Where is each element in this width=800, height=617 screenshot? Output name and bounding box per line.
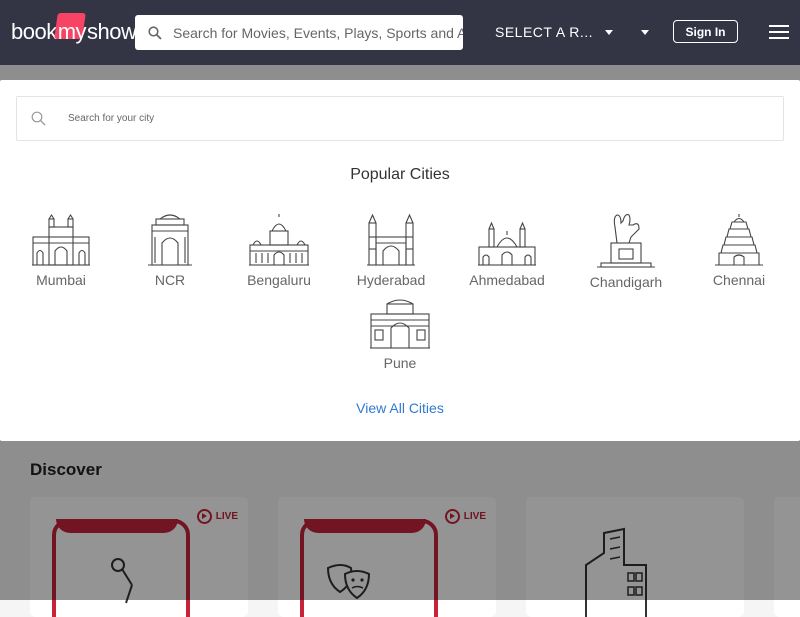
bookmyshow-logo[interactable]: book my show — [11, 17, 137, 47]
city-name: NCR — [154, 272, 186, 288]
search-icon — [31, 111, 46, 126]
chevron-down-icon — [605, 29, 614, 35]
sign-in-button[interactable]: Sign In — [673, 20, 738, 43]
region-label: SELECT A R... — [495, 24, 594, 40]
city-name: Chandigarh — [589, 274, 663, 290]
chevron-down-icon[interactable] — [641, 30, 649, 35]
city-name: Bengaluru — [247, 272, 311, 288]
city-item-mumbai[interactable]: Mumbai — [6, 213, 116, 288]
city-name: Mumbai — [36, 272, 86, 288]
global-search-box[interactable] — [135, 15, 463, 50]
logo-text-my: my — [57, 19, 87, 44]
city-item-bengaluru[interactable]: Bengaluru — [224, 213, 334, 288]
city-item-ahmedabad[interactable]: Ahmedabad — [452, 213, 562, 288]
vidhana-soudha-icon — [249, 214, 309, 266]
city-item-pune[interactable]: Pune — [345, 296, 455, 371]
select-city-modal: Popular Cities Mumbai — [0, 80, 800, 441]
city-item-chennai[interactable]: Chennai — [684, 213, 794, 288]
region-selector[interactable]: SELECT A R... — [495, 24, 614, 40]
temple-gopuram-icon — [715, 214, 763, 266]
open-hand-monument-icon — [597, 214, 655, 268]
charminar-icon — [367, 213, 415, 266]
city-name: Pune — [383, 355, 417, 371]
city-search-input[interactable] — [68, 113, 668, 124]
city-search-box[interactable] — [16, 96, 784, 141]
view-all-cities-link[interactable]: View All Cities — [0, 400, 800, 416]
city-item-ncr[interactable]: NCR — [115, 213, 225, 288]
top-navigation-bar: book my show SELECT A R... Sign In — [0, 0, 800, 65]
logo-text-book: book — [11, 19, 57, 44]
mosque-icon — [478, 221, 536, 266]
city-name: Chennai — [712, 272, 766, 288]
popular-cities-heading: Popular Cities — [350, 166, 450, 183]
city-item-chandigarh[interactable]: Chandigarh — [571, 211, 681, 290]
gateway-of-india-icon — [32, 213, 90, 266]
city-name: Ahmedabad — [469, 272, 545, 288]
logo-text-show: show — [87, 19, 137, 44]
hamburger-menu-icon[interactable] — [769, 25, 789, 39]
global-search-input[interactable] — [173, 24, 463, 41]
shaniwar-wada-icon — [370, 299, 430, 349]
india-gate-icon — [148, 214, 192, 266]
search-icon — [148, 25, 162, 40]
city-name: Hyderabad — [356, 272, 426, 288]
city-item-hyderabad[interactable]: Hyderabad — [336, 213, 446, 288]
